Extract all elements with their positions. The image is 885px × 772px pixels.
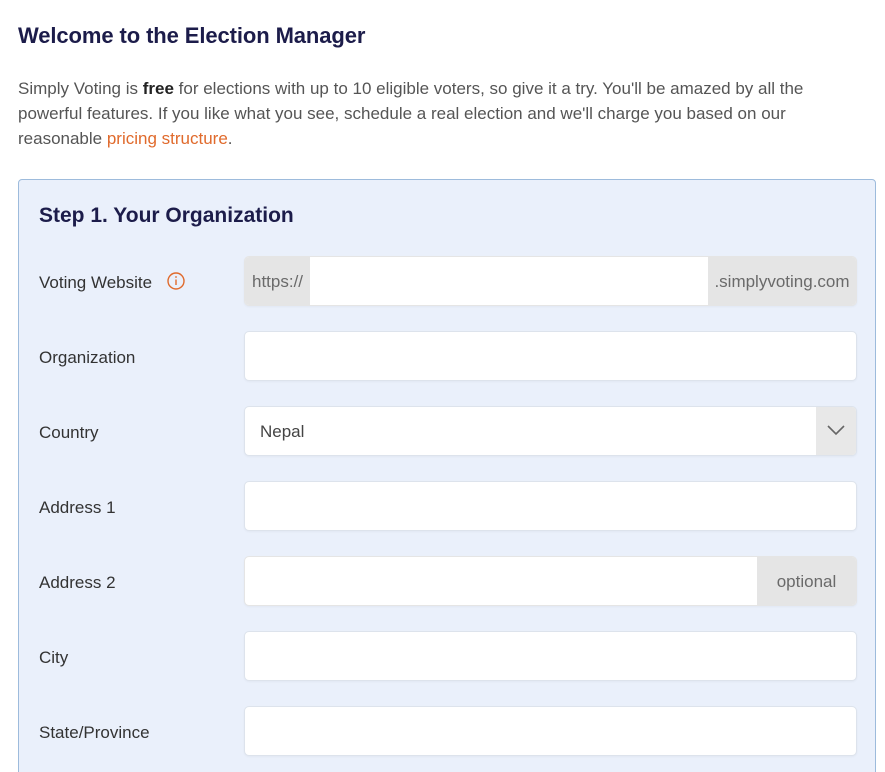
info-icon[interactable] (167, 272, 185, 290)
country-label: Country (39, 423, 99, 442)
optional-suffix: optional (757, 557, 856, 605)
pricing-structure-link[interactable]: pricing structure (107, 129, 228, 148)
organization-field (244, 331, 857, 381)
address1-row: Address 1 (19, 481, 877, 531)
voting-website-label: Voting Website (39, 273, 153, 292)
intro-text-end: . (227, 129, 233, 148)
city-row: City (19, 631, 877, 681)
city-label: City (39, 648, 69, 667)
simplyvoting-domain-suffix: .simplyvoting.com (708, 257, 856, 305)
address2-label: Address 2 (39, 573, 116, 592)
address2-input-group: optional (244, 556, 857, 606)
organization-step-panel: Step 1. Your Organization Voting Website… (18, 179, 876, 772)
chevron-down-icon (827, 425, 845, 436)
address1-label: Address 1 (39, 498, 116, 517)
city-input[interactable] (245, 632, 856, 680)
intro-free-emphasis: free (142, 79, 174, 98)
election-manager-page: Welcome to the Election Manager Simply V… (0, 0, 885, 772)
state-province-row: State/Province (19, 706, 877, 756)
address1-input[interactable] (245, 482, 856, 530)
country-dropdown-button[interactable] (816, 407, 856, 455)
address2-row: Address 2 optional (19, 556, 877, 606)
page-title: Welcome to the Election Manager (18, 23, 366, 48)
state-province-input[interactable] (245, 707, 856, 755)
country-selected-value: Nepal (260, 422, 305, 441)
country-select[interactable]: Nepal (244, 406, 857, 456)
address1-field (244, 481, 857, 531)
voting-website-input-group: https:// .simplyvoting.com (244, 256, 857, 306)
state-province-label: State/Province (39, 723, 150, 742)
address2-input[interactable] (245, 557, 758, 605)
country-row: Country Nepal (19, 406, 877, 456)
organization-input[interactable] (245, 332, 856, 380)
intro-paragraph: Simply Voting is free for elections with… (18, 76, 848, 151)
intro-text-start: Simply Voting is (18, 79, 143, 98)
https-prefix: https:// (245, 257, 310, 305)
state-province-field (244, 706, 857, 756)
step-title: Step 1. Your Organization (39, 204, 294, 227)
organization-label: Organization (39, 348, 136, 367)
voting-website-row: Voting Website https:// .simplyvoting.co… (19, 256, 877, 306)
city-field (244, 631, 857, 681)
organization-row: Organization (19, 331, 877, 381)
voting-website-input[interactable] (310, 257, 708, 305)
